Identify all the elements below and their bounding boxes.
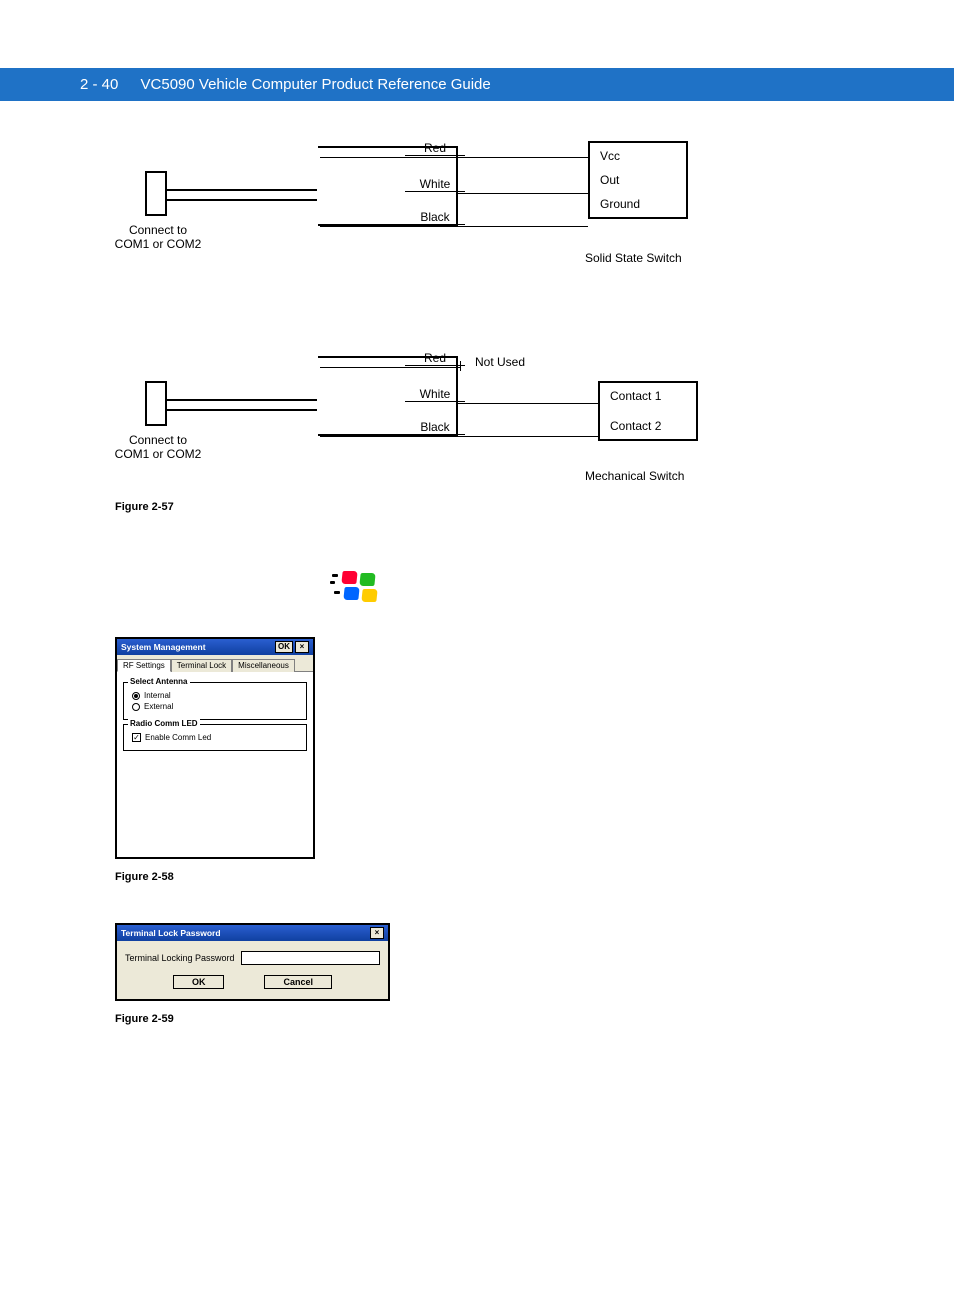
ok-button[interactable]: OK <box>173 975 225 989</box>
radio-comm-led-group: Radio Comm LED ✓ Enable Comm Led <box>123 724 307 751</box>
label-black: Black <box>405 210 465 224</box>
wire-black <box>320 226 588 227</box>
switch-box: Contact 1 Contact 2 <box>598 381 698 441</box>
figure-2-59-caption: Figure 2-59 <box>115 1013 894 1025</box>
diagram-caption: Mechanical Switch <box>585 469 684 483</box>
terminal-lock-password-dialog: Terminal Lock Password × Terminal Lockin… <box>115 923 390 1001</box>
wire-red <box>320 367 460 368</box>
doc-title: VC5090 Vehicle Computer Product Referenc… <box>141 76 491 93</box>
connector-icon <box>145 381 167 426</box>
legend-led: Radio Comm LED <box>128 719 200 728</box>
dialog-titlebar: Terminal Lock Password × <box>117 925 388 941</box>
radio-internal[interactable]: Internal <box>132 691 300 700</box>
checkbox-enable-comm-led[interactable]: ✓ Enable Comm Led <box>132 733 300 742</box>
wire-white <box>458 193 588 194</box>
tab-rf-settings[interactable]: RF Settings <box>117 659 171 672</box>
legend-antenna: Select Antenna <box>128 677 190 686</box>
close-icon[interactable]: × <box>370 927 384 939</box>
diagram-solid-state: Red White Black Connect to COM1 or COM2 … <box>115 151 705 281</box>
ok-button[interactable]: OK <box>275 641 293 653</box>
dialog-titlebar: System Management OK × <box>117 639 313 655</box>
pin-vcc: Vcc <box>600 149 676 163</box>
radio-icon <box>132 692 140 700</box>
windows-logo-icon <box>340 571 376 607</box>
close-icon[interactable]: × <box>295 641 309 653</box>
switch-box: Vcc Out Ground <box>588 141 688 219</box>
wire-red <box>320 157 588 158</box>
radio-icon <box>132 703 140 711</box>
radio-external-label: External <box>144 702 173 711</box>
pin-contact1: Contact 1 <box>610 389 686 403</box>
wire-white <box>458 403 598 404</box>
radio-internal-label: Internal <box>144 691 171 700</box>
label-not-used: Not Used <box>475 355 525 369</box>
label-white: White <box>405 387 465 401</box>
pin-ground: Ground <box>600 197 676 211</box>
password-input[interactable] <box>241 951 380 965</box>
dialog-body: Select Antenna Internal External Radio C… <box>117 672 313 857</box>
diagram-caption: Solid State Switch <box>585 251 682 265</box>
tab-terminal-lock[interactable]: Terminal Lock <box>171 659 232 672</box>
pin-out: Out <box>600 173 676 187</box>
page-number: 2 - 40 <box>80 76 118 93</box>
select-antenna-group: Select Antenna Internal External <box>123 682 307 720</box>
tab-strip: RF Settings Terminal Lock Miscellaneous <box>117 655 313 672</box>
label-white: White <box>405 177 465 191</box>
radio-external[interactable]: External <box>132 702 300 711</box>
checkbox-label: Enable Comm Led <box>145 733 211 742</box>
connector-icon <box>145 171 167 216</box>
tab-miscellaneous[interactable]: Miscellaneous <box>232 659 295 672</box>
figure-2-58-caption: Figure 2-58 <box>115 871 894 883</box>
page-header: 2 - 40 VC5090 Vehicle Computer Product R… <box>0 68 954 101</box>
label-black: Black <box>405 420 465 434</box>
cancel-button[interactable]: Cancel <box>264 975 332 989</box>
cable-stub <box>167 189 317 201</box>
connector-label: Connect to COM1 or COM2 <box>108 433 208 461</box>
dialog-title-text: Terminal Lock Password <box>121 928 221 938</box>
checkbox-icon: ✓ <box>132 733 141 742</box>
diagram-mechanical: Red Not Used White Black Connect to COM1… <box>115 361 705 491</box>
dialog-title-text: System Management <box>121 642 206 652</box>
password-label: Terminal Locking Password <box>125 953 235 963</box>
wire-black <box>320 436 598 437</box>
label-red: Red <box>405 351 465 365</box>
cable-stub <box>167 399 317 411</box>
system-management-dialog: System Management OK × RF Settings Termi… <box>115 637 315 859</box>
figure-2-57-caption: Figure 2-57 <box>115 501 894 513</box>
label-red: Red <box>405 141 465 155</box>
connector-label: Connect to COM1 or COM2 <box>108 223 208 251</box>
pin-contact2: Contact 2 <box>610 419 686 433</box>
